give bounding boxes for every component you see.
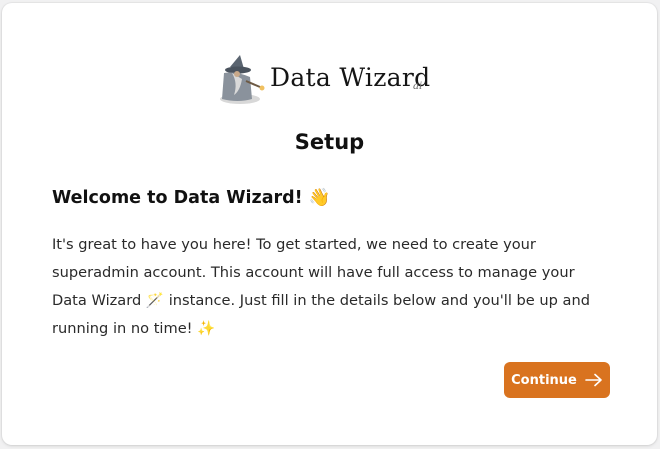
page-title: Setup [294, 130, 365, 154]
setup-card: Data Wizard ai Setup Welcome to Data Wiz… [2, 3, 657, 445]
welcome-heading: Welcome to Data Wizard! 👋 [52, 188, 331, 208]
wizard-icon [220, 55, 265, 104]
data-wizard-logo: Data Wizard ai [216, 53, 431, 109]
continue-label: Continue [511, 372, 577, 388]
arrow-right-icon [585, 373, 602, 387]
welcome-paragraph: It's great to have you here! To get star… [52, 236, 591, 337]
logo-suffix: ai [413, 81, 423, 92]
logo-name: Data Wizard [270, 63, 431, 92]
continue-button[interactable]: Continue [504, 362, 610, 398]
